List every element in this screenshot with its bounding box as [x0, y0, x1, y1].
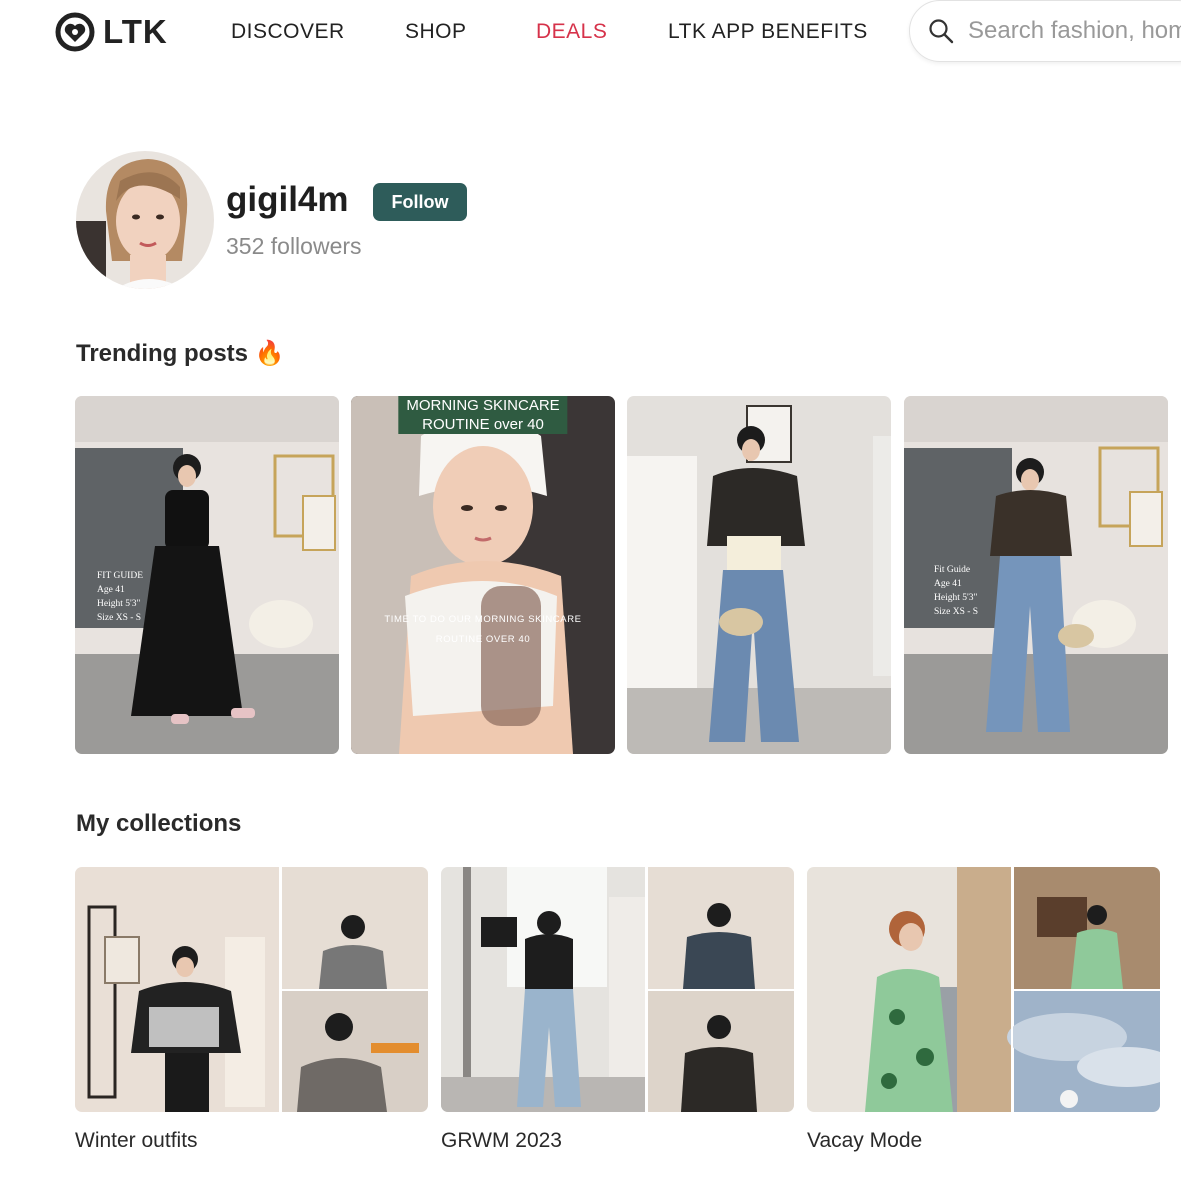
trending-post[interactable]: MORNING SKINCARE ROUTINE over 40 TIME TO… [351, 396, 615, 754]
post-photo [351, 396, 615, 754]
post-photo [627, 396, 891, 754]
collection-collage [441, 867, 794, 1112]
trending-post[interactable] [627, 396, 891, 754]
ltk-heart-logo-icon [55, 12, 95, 52]
post-caption: TIME TO DO OUR MORNING SKINCARE ROUTINE … [384, 614, 582, 645]
collections-heading: My collections [76, 810, 242, 837]
nav-discover[interactable]: DISCOVER [231, 20, 345, 44]
collection-label[interactable]: Vacay Mode [807, 1129, 922, 1153]
follower-count: 352 followers [226, 233, 362, 259]
profile-username: gigil4m [226, 180, 349, 219]
nav-shop[interactable]: SHOP [405, 20, 467, 44]
collection-label[interactable]: GRWM 2023 [441, 1129, 562, 1153]
collection-card-grwm-2023[interactable] [441, 867, 794, 1112]
logo-text: LTK [103, 13, 168, 50]
fit-guide-text: Fit Guide Age 41 Height 5'3" Size XS - S [934, 565, 979, 617]
search-bar[interactable] [909, 0, 1181, 62]
follow-button[interactable]: Follow [373, 183, 467, 221]
collection-collage [75, 867, 428, 1112]
collection-card-winter-outfits[interactable] [75, 867, 428, 1112]
nav-deals[interactable]: DEALS [536, 20, 607, 44]
collection-collage [807, 867, 1160, 1112]
collection-label[interactable]: Winter outfits [75, 1129, 198, 1153]
collection-card-vacay-mode[interactable] [807, 867, 1160, 1112]
nav-ltk-app-benefits[interactable]: LTK APP BENEFITS [668, 20, 868, 44]
trending-posts-title: Trending posts [76, 340, 249, 367]
fit-guide-text: FIT GUIDE Age 41 Height 5'3" Size XS - S [97, 571, 144, 623]
search-input[interactable] [966, 16, 1181, 46]
trending-post[interactable]: Fit Guide Age 41 Height 5'3" Size XS - S [904, 396, 1168, 754]
search-icon [929, 19, 954, 44]
fire-icon: 🔥 [254, 340, 285, 367]
trending-posts-heading: Trending posts 🔥 [76, 339, 285, 368]
trending-post[interactable]: FIT GUIDE Age 41 Height 5'3" Size XS - S [75, 396, 339, 754]
post-title-banner: MORNING SKINCARE ROUTINE over 40 [398, 396, 568, 434]
avatar [76, 151, 214, 289]
top-header: LTK DISCOVER SHOP DEALS LTK APP BENEFITS [0, 0, 1181, 66]
avatar-photo [76, 151, 214, 289]
ltk-logo[interactable]: LTK [55, 12, 168, 52]
